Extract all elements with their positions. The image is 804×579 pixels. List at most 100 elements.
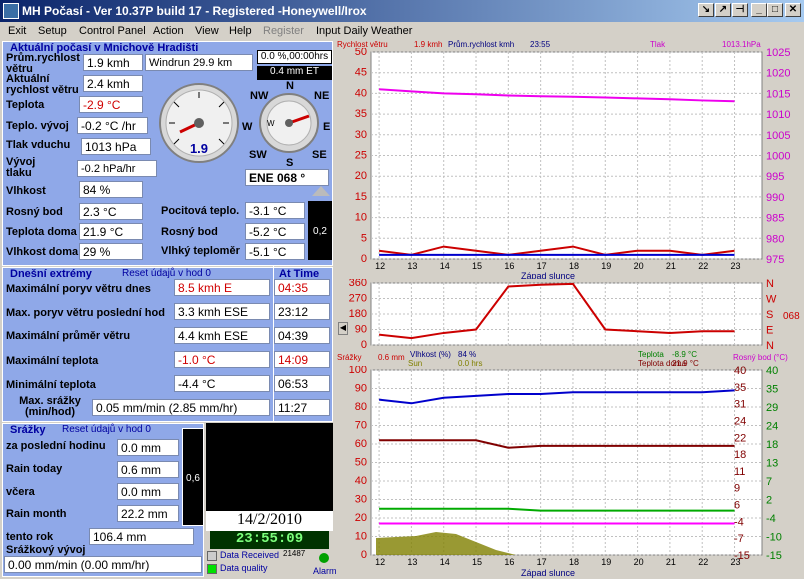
ext-label-3: Maximální teplota — [6, 355, 99, 367]
rain-last-hour-value: 0.0 mm — [117, 439, 179, 456]
minimize-button[interactable]: _ — [751, 3, 767, 17]
temp-trend-value: -0.2 °C /hr — [77, 117, 148, 134]
avg-wind-label: Prům.rychlost větru — [6, 52, 80, 75]
y-tick-label: 5 — [361, 232, 367, 244]
pin-icon[interactable]: ⊣ — [732, 3, 748, 17]
humidity-temperature-chart: 12 13 14 15 16 17 18 19 20 21 22 231009080706050403… — [349, 366, 782, 578]
scroll-left-icon[interactable]: ◀ — [338, 322, 348, 335]
cur-wind-label: Aktuální rychlost větru — [6, 73, 79, 96]
x-tick-label: 21 — [666, 557, 676, 567]
scroll-up-icon[interactable] — [312, 186, 330, 196]
y-tick-label-inner: 24 — [734, 415, 746, 427]
compass-w: W — [242, 121, 253, 133]
indoor-temp-value: 21.9 °C — [79, 223, 143, 240]
x-tick-label: 12 — [375, 261, 385, 271]
wind-pressure-chart: 12 13 14 15 16 17 18 19 20 21 22 235045403530252015… — [355, 48, 791, 279]
ext-value-5: 0.05 mm/min (2.85 mm/hr) — [92, 399, 270, 416]
pressure-trend-label: Vývoj tlaku — [6, 156, 36, 179]
dew-label: Rosný bod — [6, 206, 63, 218]
rain-trend-label: Srážkový vývoj — [6, 544, 86, 556]
close-button[interactable]: ✕ — [785, 3, 801, 17]
x-axis-title: Západ slunce — [521, 271, 575, 279]
menu-help[interactable]: Help — [229, 25, 252, 37]
y-tick-label-right: 1025 — [766, 48, 790, 59]
menu-view[interactable]: View — [195, 25, 219, 37]
x-tick-label: 23 — [731, 261, 741, 271]
y-tick-label-right: 1010 — [766, 109, 790, 121]
y-tick-label-right: 24 — [766, 421, 778, 433]
x-tick-label: 13 — [407, 557, 417, 567]
x-tick-label: 13 — [407, 261, 417, 271]
menu-input-daily-weather[interactable]: Input Daily Weather — [316, 25, 412, 37]
y-tick-label: 100 — [349, 366, 367, 376]
y-tick-label: 180 — [349, 308, 367, 320]
y-tick-label: 60 — [355, 438, 367, 450]
x-tick-label: 18 — [569, 557, 579, 567]
y-tick-label-right: E — [766, 325, 773, 337]
extremes-title: Dnešní extrémy — [10, 268, 92, 280]
y-tick-label: 10 — [355, 531, 367, 543]
data-quality-label: Data quality — [220, 563, 268, 573]
maximize-button[interactable]: □ — [767, 3, 783, 17]
tool-button-2[interactable]: ↗ — [715, 3, 731, 17]
rain-gauge: 0,6 — [182, 428, 204, 526]
humidity-legend-label: Vlhkost (%) — [410, 350, 451, 359]
ext-value-0: 8.5 kmh E — [174, 279, 270, 296]
rain-trend-value: 0.00 mm/min (0.00 mm/hr) — [4, 556, 202, 573]
y-tick-label-right: S — [766, 309, 773, 321]
y-tick-label-inner: 11 — [734, 466, 745, 478]
y-tick-label: 30 — [355, 494, 367, 506]
y-tick-label-right: -4 — [766, 513, 776, 525]
y-tick-label: 25 — [355, 150, 367, 162]
data-received-count: 21487 — [283, 549, 306, 558]
menu-control-panel[interactable]: Control Panel — [79, 25, 146, 37]
y-tick-label-right: 40 — [766, 366, 778, 377]
alarm-icon[interactable] — [319, 553, 329, 563]
menu-action[interactable]: Action — [153, 25, 184, 37]
ext-label-0: Maximální poryv větru dnes — [6, 283, 151, 295]
alarm-label: Alarm — [313, 566, 337, 576]
date-display: 14/2/2010 — [206, 511, 333, 531]
temp-legend-value: -8.9 °C — [672, 350, 697, 359]
indoor-temp-label: Teplota doma — [6, 226, 77, 238]
x-tick-label: 14 — [440, 557, 450, 567]
y-tick-label-right: -15 — [766, 550, 782, 562]
y-tick-label: 70 — [355, 420, 367, 432]
y-tick-label-right: 2 — [766, 495, 772, 507]
cur-wind-value: 2.4 kmh — [83, 75, 143, 92]
menu-setup[interactable]: Setup — [38, 25, 67, 37]
side-gauge: 0,2 — [308, 201, 332, 260]
y-tick-label-right: 29 — [766, 402, 778, 414]
y-tick-label: 50 — [355, 48, 367, 58]
y-tick-label-right: 1015 — [766, 88, 790, 100]
ext-label-5: Max. srážky (min/hod) — [19, 395, 81, 418]
time-display: 23:55:09 — [210, 531, 329, 549]
humidity-legend-value: 84 % — [458, 350, 477, 359]
ext-value-2: 4.4 kmh ESE — [174, 327, 270, 344]
y-tick-label-right: 1020 — [766, 68, 790, 80]
rain-year-label: tento rok — [6, 531, 54, 543]
y-tick-label: 10 — [355, 212, 367, 224]
y-tick-label: 90 — [355, 324, 367, 336]
dew2-value: -5.2 °C — [245, 223, 305, 240]
temp-trend-label: Teplo. vývoj — [6, 120, 69, 132]
x-tick-label: 20 — [634, 557, 644, 567]
rain-yesterday-value: 0.0 mm — [117, 483, 179, 500]
y-tick-label-inner: -7 — [734, 533, 744, 545]
menu-register[interactable]: Register — [263, 25, 304, 37]
y-tick-label-inner: 35 — [734, 382, 746, 394]
y-tick-label-right: 35 — [766, 384, 778, 396]
temp-value: -2.9 °C — [79, 96, 143, 113]
y-tick-label-right: 990 — [766, 192, 784, 204]
dir-gauge-w: W — [267, 119, 275, 128]
y-tick-label: 15 — [355, 191, 367, 203]
dew2-label: Rosný bod — [161, 226, 218, 238]
compass-e: E — [323, 121, 331, 133]
y-tick-label-right: 975 — [766, 254, 784, 266]
indoor-hum-label: Vlhkost doma — [6, 246, 79, 258]
y-tick-label: 40 — [355, 475, 367, 487]
tool-button-1[interactable]: ↘ — [698, 3, 714, 17]
y-tick-label: 360 — [349, 279, 367, 289]
y-tick-label: 0 — [361, 253, 367, 265]
menu-exit[interactable]: Exit — [8, 25, 26, 37]
